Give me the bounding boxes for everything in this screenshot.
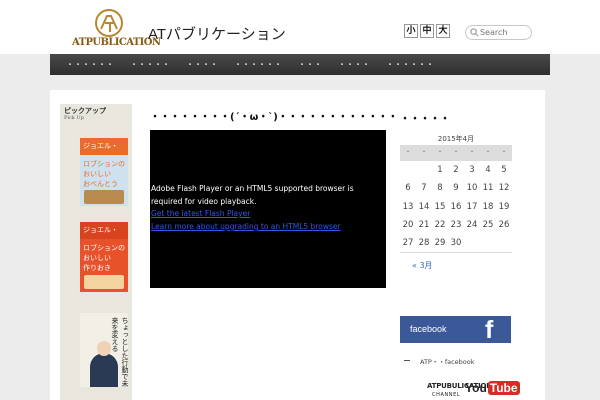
book-cover-person xyxy=(90,353,118,387)
book-cover-band: ジョエル・ xyxy=(80,138,128,155)
nav-item-3[interactable]: ・・・・ xyxy=(178,54,226,75)
calendar-day: 6 xyxy=(405,183,411,194)
main-navigation: ・・・・・・ ・・・・・ ・・・・ ・・・・・・ ・・・ ・・・・ ・・・・・・ xyxy=(50,54,550,75)
search-icon xyxy=(470,28,479,37)
nav-item-6[interactable]: ・・・・ xyxy=(330,54,378,75)
site-header: ATPUBLICATION ATパブリケーション 小 中 大 xyxy=(0,0,600,54)
pickup-subtitle: Pick Up xyxy=(64,115,84,121)
calendar-day: 13 xyxy=(402,201,414,212)
calendar-day: 27 xyxy=(402,238,414,249)
site-logo[interactable]: ATPUBLICATION xyxy=(72,8,161,50)
book-cover-line: ロブションの xyxy=(83,244,125,252)
html5-upgrade-link[interactable]: Learn more about upgrading to an HTML5 b… xyxy=(151,222,341,231)
calendar-empty-cell xyxy=(416,161,432,179)
pickup-book-tsukurioki[interactable]: ジョエル・ ロブションの おいしい 作りおき xyxy=(80,222,128,292)
calendar-prev-month-link[interactable]: « 3月 xyxy=(412,256,433,276)
list-bullet xyxy=(404,360,410,361)
search-box xyxy=(465,25,532,40)
calendar-nav: « 3月 xyxy=(400,252,512,272)
facebook-f-icon: f xyxy=(485,316,494,344)
book-cover-photo xyxy=(84,275,124,289)
pickup-book-mirai[interactable]: ちょっとした行動で未来を変える xyxy=(80,313,129,387)
calendar-day: 23 xyxy=(450,219,462,230)
font-size-large-button[interactable]: 大 xyxy=(436,24,450,38)
article-title[interactable]: ・・・・・・・・(´・ω・`)・・・・・・・・・・・・ xyxy=(150,108,398,123)
facebook-banner[interactable]: facebook f xyxy=(400,316,511,343)
calendar-weekday-header: ・ ・ ・ ・ ・ ・ ・ xyxy=(400,145,512,161)
calendar-day: 16 xyxy=(450,201,462,212)
calendar-day: 20 xyxy=(402,219,414,230)
font-size-small-button[interactable]: 小 xyxy=(404,24,418,38)
calendar-day: 22 xyxy=(434,219,446,230)
calendar-day: 12 xyxy=(498,183,510,194)
calendar-day: 10 xyxy=(466,183,478,194)
calendar-days-grid: 1 2 3 4 5 6 7 8 9 10 11 12 13 14 15 16 17 18 19 20 21 22 23 24 2… xyxy=(400,161,512,252)
calendar-day: 25 xyxy=(482,219,494,230)
weekday-label: ・ xyxy=(404,149,411,156)
calendar-day: 5 xyxy=(501,165,507,175)
book-cover-photo xyxy=(84,190,124,204)
get-flash-link[interactable]: Get the latest Flash Player xyxy=(151,209,250,218)
book-cover-band: ジョエル・ xyxy=(80,222,128,239)
weekday-label: ・ xyxy=(468,149,475,156)
book-cover-line: おべんとう xyxy=(83,180,118,188)
calendar-day: 19 xyxy=(498,201,510,212)
nav-item-7[interactable]: ・・・・・・ xyxy=(378,54,442,75)
youtube-channel-banner[interactable]: ATPUBULICATION CHANNEL You Tube xyxy=(427,381,520,400)
calendar-day: 11 xyxy=(482,183,494,194)
calendar-day: 8 xyxy=(437,183,443,194)
youtube-logo-you: You xyxy=(465,381,487,395)
calendar-day: 2 xyxy=(453,165,459,175)
calendar-empty-cell xyxy=(400,161,416,179)
book-cover-line: おいしい xyxy=(83,170,111,178)
nav-item-4[interactable]: ・・・・・・ xyxy=(226,54,290,75)
weekday-label: ・ xyxy=(420,149,427,156)
site-title[interactable]: ATパブリケーション xyxy=(148,23,286,44)
font-size-switcher: 小 中 大 xyxy=(404,24,450,38)
logo-wordmark: ATPUBLICATION xyxy=(72,37,161,48)
weekday-label: ・ xyxy=(452,149,459,156)
calendar-day: 17 xyxy=(466,201,478,212)
weekday-label: ・ xyxy=(500,149,507,156)
video-fallback-message: Adobe Flash Player or an HTML5 supported… xyxy=(151,184,354,206)
facebook-banner-text: facebook xyxy=(410,324,447,334)
book-cover-line: 作りおき xyxy=(83,264,111,272)
calendar-widget-title: ・・・・・ xyxy=(400,114,450,125)
calendar-caption: 2015年4月 xyxy=(437,135,475,143)
calendar-widget: 2015年4月 ・ ・ ・ ・ ・ ・ ・ 1 2 3 4 5 6 7 8 9 10 11 12 13 1… xyxy=(400,133,512,272)
nav-item-1[interactable]: ・・・・・・ xyxy=(58,54,122,75)
weekday-label: ・ xyxy=(436,149,443,156)
calendar-day: 28 xyxy=(418,238,430,249)
youtube-logo-icon: You Tube xyxy=(465,381,520,395)
pickup-column: ピックアップ Pick Up ジョエル・ ロブションの おいしい おべんとう ジ… xyxy=(60,104,132,400)
calendar-day: 18 xyxy=(482,201,494,212)
search-input[interactable] xyxy=(480,26,530,39)
nav-item-2[interactable]: ・・・・・ xyxy=(122,54,178,75)
youtube-logo-tube: Tube xyxy=(487,381,520,395)
facebook-page-link[interactable]: ATP・・facebook xyxy=(420,356,475,366)
calendar-day: 14 xyxy=(418,201,430,212)
calendar-day: 26 xyxy=(498,219,510,230)
book-cover-line: ロブションの xyxy=(83,160,125,168)
font-size-medium-button[interactable]: 中 xyxy=(420,24,434,38)
youtube-channel-label: CHANNEL xyxy=(432,392,461,398)
weekday-label: ・ xyxy=(484,149,491,156)
calendar-day: 9 xyxy=(453,183,459,194)
pickup-book-bento[interactable]: ジョエル・ ロブションの おいしい おべんとう xyxy=(80,138,128,206)
book-cover-face xyxy=(97,341,111,356)
calendar-day: 29 xyxy=(434,238,446,249)
calendar-day: 7 xyxy=(421,183,427,194)
video-player[interactable]: Adobe Flash Player or an HTML5 supported… xyxy=(150,130,386,288)
calendar-day: 21 xyxy=(418,219,430,230)
logo-emblem-icon xyxy=(95,9,123,37)
calendar-day: 15 xyxy=(434,201,446,212)
book-cover-line: おいしい xyxy=(83,254,111,262)
calendar-day: 24 xyxy=(466,219,478,230)
calendar-day: 30 xyxy=(450,238,462,249)
calendar-day: 3 xyxy=(469,165,475,175)
nav-item-5[interactable]: ・・・ xyxy=(290,54,330,75)
calendar-day: 4 xyxy=(485,165,491,175)
calendar-day: 1 xyxy=(437,165,443,175)
